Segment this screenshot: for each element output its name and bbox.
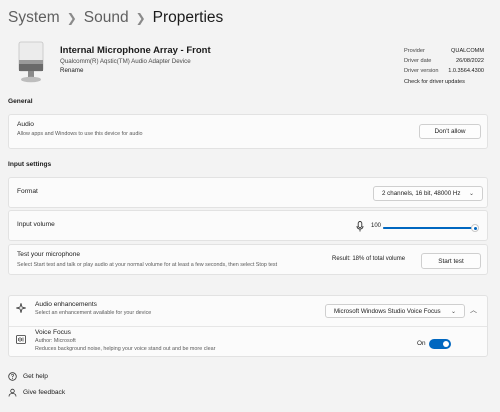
chevron-right-icon: ❯ [66, 11, 77, 25]
chevron-down-icon: ⌄ [468, 191, 474, 197]
test-microphone-label: Test your microphone [17, 251, 81, 258]
provider-value: QUALCOMM [451, 48, 484, 54]
enhancement-value: Microsoft Windows Studio Voice Focus [334, 307, 441, 315]
get-help-link[interactable]: Get help [8, 372, 48, 381]
voice-focus-author: Author: Microsoft [35, 338, 76, 344]
device-adapter: Qualcomm(R) Aqstic(TM) Audio Adapter Dev… [60, 58, 191, 65]
input-volume-card: Input volume 100 [8, 210, 488, 241]
test-result: Result: 18% of total volume [332, 256, 406, 262]
input-volume-slider-thumb[interactable] [471, 224, 479, 232]
dont-allow-button[interactable]: Don't allow [419, 124, 481, 139]
driver-provider: Provider QUALCOMM [404, 48, 484, 54]
audio-card: Audio Allow apps and Windows to use this… [8, 114, 488, 149]
audio-label: Audio [17, 121, 34, 128]
sparkle-icon [16, 303, 26, 313]
breadcrumb-properties: Properties [152, 9, 224, 26]
start-test-button[interactable]: Start test [421, 253, 481, 269]
format-value: 2 channels, 16 bit, 48000 Hz [382, 190, 461, 197]
audio-enhancements-label: Audio enhancements [35, 301, 97, 308]
test-microphone-card: Test your microphone Select Start test a… [8, 244, 488, 275]
breadcrumb-system[interactable]: System [8, 9, 60, 27]
audio-description: Allow apps and Windows to use this devic… [17, 131, 143, 137]
format-dropdown[interactable]: 2 channels, 16 bit, 48000 Hz ⌄ [373, 186, 483, 201]
input-settings-heading: Input settings [8, 161, 52, 168]
driver-date: Driver date 26/08/2022 [404, 58, 484, 64]
driver-version-value: 1.0.3564.4300 [448, 68, 484, 74]
device-name: Internal Microphone Array - Front [60, 45, 211, 56]
format-card: Format 2 channels, 16 bit, 48000 Hz ⌄ [8, 177, 488, 208]
voice-focus-toggle[interactable] [429, 339, 451, 349]
breadcrumb: System ❯ Sound ❯ Properties [8, 6, 223, 30]
format-label: Format [17, 188, 38, 195]
rename-link[interactable]: Rename [60, 67, 83, 74]
input-volume-slider-fill [383, 227, 475, 229]
help-icon [8, 372, 17, 381]
provider-label: Provider [404, 48, 425, 54]
chevron-right-icon: ❯ [135, 11, 146, 25]
driver-date-label: Driver date [404, 58, 432, 64]
microphone-device-icon [18, 41, 44, 83]
divider [9, 326, 487, 327]
audio-enhancements-description: Select an enhancement available for your… [35, 310, 152, 316]
driver-version: Driver version 1.0.3564.4300 [404, 68, 484, 74]
give-feedback-label: Give feedback [23, 389, 66, 396]
input-volume-slider[interactable] [383, 224, 479, 232]
toggle-knob [443, 341, 449, 347]
input-volume-label: Input volume [17, 221, 55, 228]
driver-version-label: Driver version [404, 68, 439, 74]
input-volume-value: 100 [371, 223, 382, 229]
enhancement-dropdown[interactable]: Microsoft Windows Studio Voice Focus ⌄ [325, 304, 465, 318]
feedback-icon [8, 388, 17, 397]
microphone-icon [356, 221, 364, 232]
driver-date-value: 26/08/2022 [456, 58, 484, 64]
give-feedback-link[interactable]: Give feedback [8, 388, 65, 397]
check-driver-updates-link[interactable]: Check for driver updates [404, 79, 465, 85]
voice-focus-label: Voice Focus [35, 329, 71, 336]
get-help-label: Get help [23, 373, 48, 380]
toggle-state-label: On [417, 340, 426, 347]
chevron-up-icon[interactable]: ︿ [470, 305, 477, 315]
test-microphone-description: Select Start test and talk or play audio… [17, 262, 278, 268]
general-heading: General [8, 98, 33, 105]
breadcrumb-sound[interactable]: Sound [84, 9, 129, 27]
waveform-icon [16, 335, 26, 344]
audio-enhancements-card: Audio enhancements Select an enhancement… [8, 295, 488, 357]
chevron-down-icon: ⌄ [450, 308, 456, 315]
voice-focus-description: Reduces background noise, helping your v… [35, 346, 216, 352]
